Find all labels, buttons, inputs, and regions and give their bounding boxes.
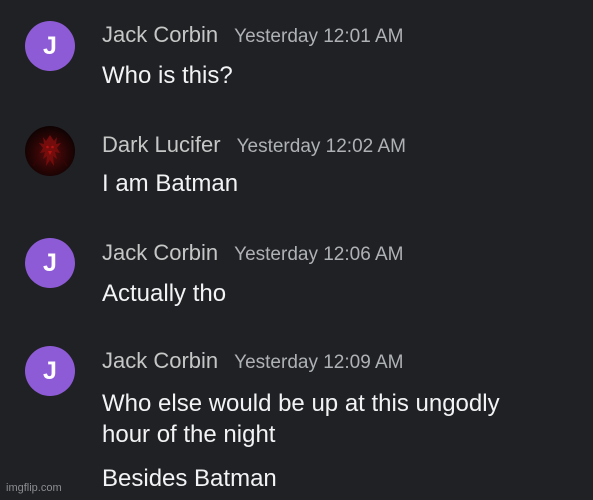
message-header: Jack Corbin Yesterday 12:01 AM: [102, 22, 404, 48]
sender-name[interactable]: Jack Corbin: [102, 22, 218, 48]
message-text: Actually tho: [102, 280, 227, 307]
message-timestamp: Yesterday 12:06 AM: [234, 244, 404, 265]
message-text: hour of the night: [102, 421, 276, 448]
message-text: Who else would be up at this ungodly: [102, 390, 500, 417]
message-text: Who is this?: [102, 62, 233, 89]
avatar[interactable]: J: [25, 346, 75, 396]
avatar-initial: J: [43, 248, 57, 277]
sender-name[interactable]: Jack Corbin: [102, 348, 218, 374]
sender-name[interactable]: Jack Corbin: [102, 240, 218, 266]
message-timestamp: Yesterday 12:09 AM: [234, 352, 404, 373]
message-header: Jack Corbin Yesterday 12:09 AM: [102, 348, 404, 374]
avatar-initial: J: [43, 31, 57, 60]
avatar-initial: J: [43, 356, 57, 385]
message-timestamp: Yesterday 12:01 AM: [234, 26, 404, 47]
demon-figure-icon: [32, 135, 68, 167]
message-text: I am Batman: [102, 170, 239, 197]
message-timestamp: Yesterday 12:02 AM: [236, 136, 406, 157]
chat-message-list: J Jack Corbin Yesterday 12:01 AM Who is …: [0, 0, 593, 500]
avatar[interactable]: J: [25, 21, 75, 71]
avatar[interactable]: J: [25, 238, 75, 288]
message-text: Besides Batman: [102, 465, 277, 492]
message-header: Jack Corbin Yesterday 12:06 AM: [102, 240, 404, 266]
avatar[interactable]: [25, 126, 75, 176]
sender-name[interactable]: Dark Lucifer: [102, 132, 221, 158]
watermark: imgflip.com: [6, 482, 62, 494]
message-header: Dark Lucifer Yesterday 12:02 AM: [102, 132, 406, 158]
